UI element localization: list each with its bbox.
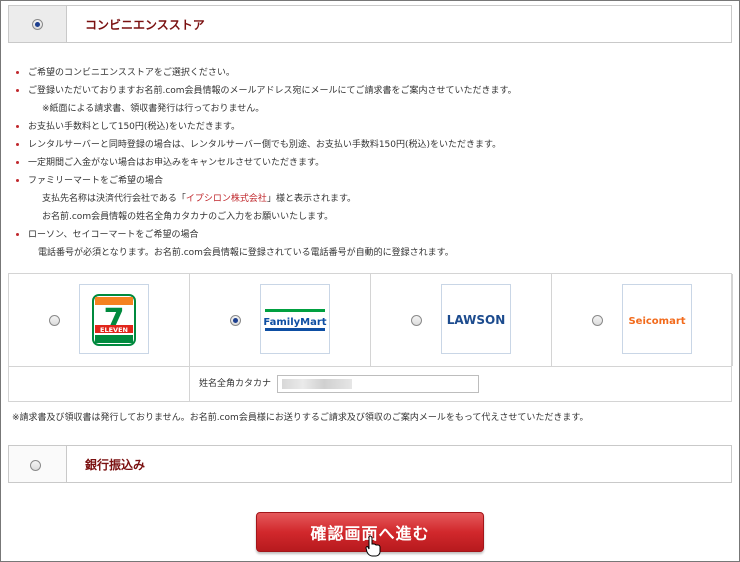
bullet-icon <box>16 125 19 128</box>
store-option-seven-eleven[interactable]: 7 ELEVEN <box>9 274 190 366</box>
receipt-note: ※請求書及び領収書は発行しておりません。お名前.com会員様にお送りするご請求及… <box>12 413 589 423</box>
bullet-icon <box>16 233 19 236</box>
lawson-radio[interactable] <box>411 315 422 326</box>
note-line: ※紙面による請求書、領収書発行は行っておりません。 <box>42 104 265 114</box>
bank-radio-cell <box>9 446 67 482</box>
bank-transfer-title: 銀行振込み <box>85 457 146 472</box>
bullet-icon <box>16 71 19 74</box>
note-line: ローソン、セイコーマートをご希望の場合 <box>14 226 724 244</box>
familymart-logo: FamilyMart <box>260 284 330 354</box>
convenience-store-option[interactable]: コンビニエンスストア <box>8 5 732 43</box>
convenience-radio[interactable] <box>32 19 43 30</box>
note-line: お名前.com会員情報の姓名全角カタカナのご入力をお願いいたします。 <box>42 212 334 222</box>
epsilon-link[interactable]: イプシロン株式会社 <box>186 194 267 204</box>
svg-text:LAWSON: LAWSON <box>447 313 506 327</box>
note-line: ご登録いただいておりますお名前.com会員情報のメールアドレス宛にメールにてご請… <box>14 82 724 100</box>
seicomart-radio[interactable] <box>592 315 603 326</box>
kana-empty-cell <box>9 367 190 402</box>
bullet-icon <box>16 89 19 92</box>
bullet-icon <box>16 143 19 146</box>
bullet-icon <box>16 179 19 182</box>
bullet-icon <box>16 161 19 164</box>
convenience-radio-cell <box>9 6 67 42</box>
bank-transfer-radio[interactable] <box>30 460 41 471</box>
seven-eleven-logo: 7 ELEVEN <box>79 284 149 354</box>
store-option-lawson[interactable]: LAWSON <box>371 274 552 366</box>
store-selection-table: 7 ELEVEN FamilyMart LAWSON Seicomart 姓名全… <box>8 273 733 402</box>
svg-text:FamilyMart: FamilyMart <box>263 317 326 328</box>
store-option-familymart[interactable]: FamilyMart <box>190 274 371 366</box>
convenience-title: コンビニエンスストア <box>85 17 205 32</box>
convenience-notes: ご希望のコンビニエンスストアをご選択ください。 ご登録いただいておりますお名前.… <box>14 64 724 262</box>
bank-transfer-option[interactable]: 銀行振込み <box>8 445 732 483</box>
note-line: 電話番号が必須となります。お名前.com会員情報に登録されている電話番号が自動的… <box>38 248 454 258</box>
kana-label: 姓名全角カタカナ <box>199 379 272 389</box>
seicomart-logo: Seicomart <box>622 284 692 354</box>
lawson-logo: LAWSON <box>441 284 511 354</box>
kana-name-input[interactable] <box>277 375 479 393</box>
svg-text:Seicomart: Seicomart <box>628 316 685 327</box>
note-line: 支払先名称は決済代行会社である「イプシロン株式会社」様と表示されます。 <box>42 194 357 204</box>
note-line: ご希望のコンビニエンスストアをご選択ください。 <box>14 64 724 82</box>
hand-cursor-icon <box>365 535 381 557</box>
familymart-radio[interactable] <box>230 315 241 326</box>
note-line: 一定期間ご入金がない場合はお申込みをキャンセルさせていただきます。 <box>14 154 724 172</box>
svg-text:ELEVEN: ELEVEN <box>100 326 128 334</box>
seven-eleven-radio[interactable] <box>49 315 60 326</box>
note-line: お支払い手数料として150円(税込)をいただきます。 <box>14 118 724 136</box>
kana-redacted-value <box>282 379 352 389</box>
note-line: レンタルサーバーと同時登録の場合は、レンタルサーバー側でも別途、お支払い手数料1… <box>14 136 724 154</box>
note-line: ファミリーマートをご希望の場合 <box>14 172 724 190</box>
store-option-seicomart[interactable]: Seicomart <box>552 274 733 366</box>
